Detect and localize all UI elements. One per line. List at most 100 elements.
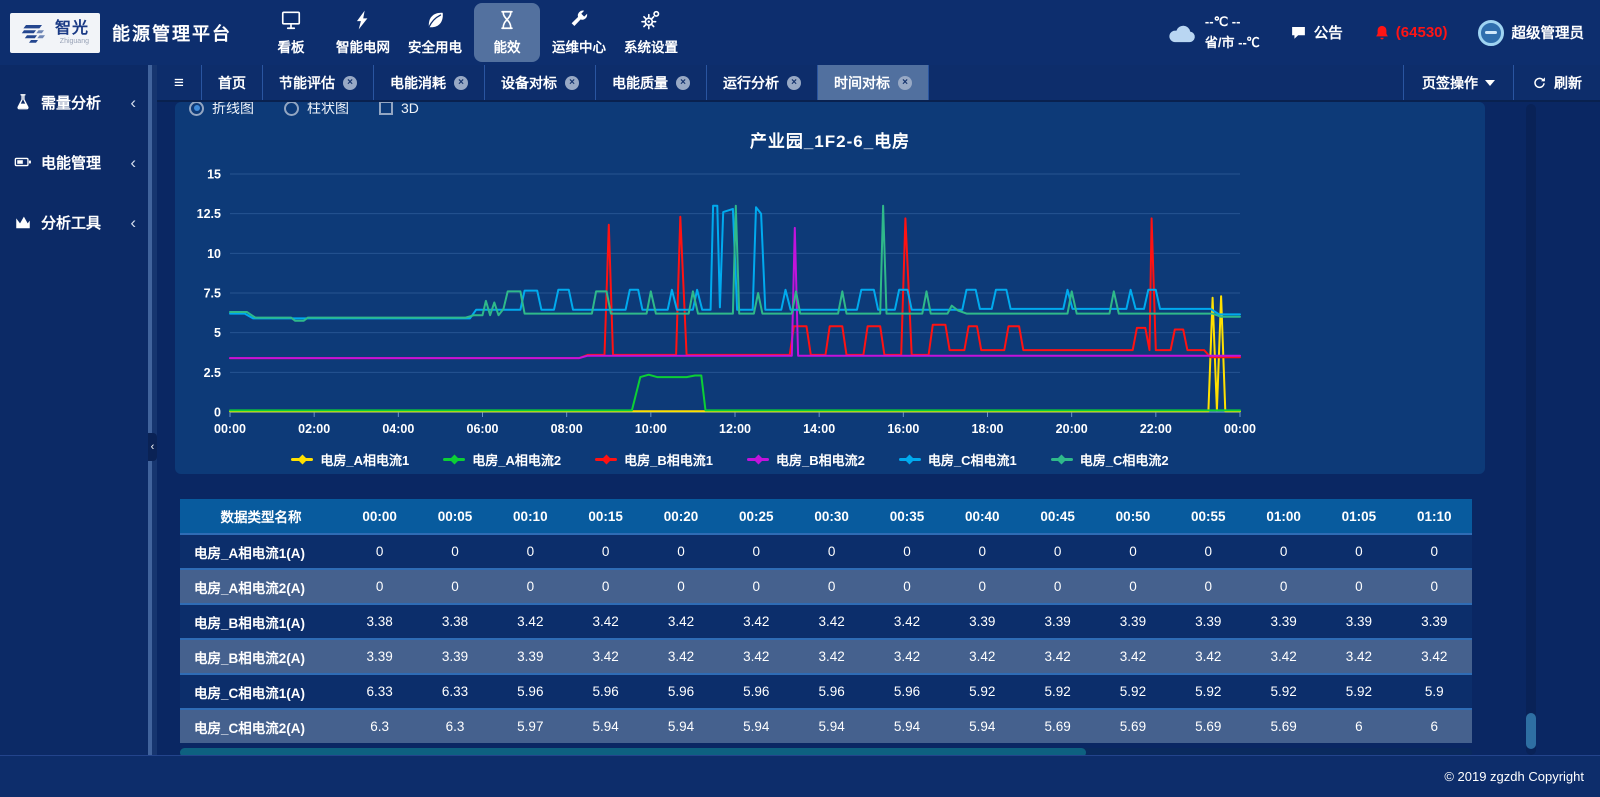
value-cell: 5.92 — [1321, 674, 1396, 709]
sidebar-collapse-handle[interactable]: ‹ — [148, 433, 157, 461]
sidebar-item-3[interactable]: 分析工具‹ — [0, 201, 148, 243]
value-cell: 0 — [568, 534, 643, 569]
nav-item-4[interactable]: 能效 — [474, 3, 540, 62]
tab-menu-toggle[interactable]: ≡ — [157, 65, 202, 100]
value-cell: 0 — [1095, 569, 1170, 604]
sidebar: 需量分析‹ 电能管理‹ 分析工具‹ — [0, 65, 148, 755]
radio-option-2[interactable]: 柱状图 — [284, 102, 349, 118]
sidebar-item-1[interactable]: 需量分析‹ — [0, 81, 148, 123]
table-header-cell: 00:05 — [417, 499, 492, 534]
notice-button[interactable]: 公告 — [1290, 22, 1343, 43]
value-cell: 3.42 — [794, 639, 869, 674]
value-cell: 0 — [1246, 534, 1321, 569]
value-cell: 0 — [1246, 569, 1321, 604]
table-header-cell: 00:50 — [1095, 499, 1170, 534]
value-cell: 5.94 — [643, 709, 718, 743]
tab-3[interactable]: 电能消耗× — [374, 65, 485, 100]
value-cell: 0 — [643, 569, 718, 604]
value-cell: 0 — [1171, 534, 1246, 569]
nav-label: 看板 — [278, 36, 305, 56]
tab-2[interactable]: 节能评估× — [263, 65, 374, 100]
nav-label: 系统设置 — [624, 36, 678, 56]
vertical-scrollbar-thumb[interactable] — [1526, 713, 1536, 749]
alarm-button[interactable]: (64530) — [1373, 24, 1448, 42]
legend-item-2[interactable]: 电房_A相电流2 — [443, 450, 561, 469]
tab-close-icon[interactable]: × — [787, 76, 801, 90]
legend-marker-icon — [291, 458, 313, 461]
legend-item-5[interactable]: 电房_C相电流1 — [899, 450, 1017, 469]
table-header-cell: 01:00 — [1246, 499, 1321, 534]
svg-text:02:00: 02:00 — [298, 422, 330, 436]
legend-item-4[interactable]: 电房_B相电流2 — [747, 450, 865, 469]
tab-label: 时间对标 — [834, 73, 890, 93]
radio-option-1[interactable]: 折线图 — [189, 102, 254, 118]
value-cell: 3.42 — [719, 604, 794, 639]
table-header-cell: 00:10 — [493, 499, 568, 534]
legend-item-3[interactable]: 电房_B相电流1 — [595, 450, 713, 469]
value-cell: 0 — [1171, 569, 1246, 604]
value-cell: 0 — [1397, 569, 1472, 604]
tab-6[interactable]: 运行分析× — [707, 65, 818, 100]
svg-text:10:00: 10:00 — [635, 422, 667, 436]
gear-icon — [640, 9, 662, 31]
tab-1[interactable]: 首页 — [202, 65, 263, 100]
user-menu[interactable]: 超级管理员 — [1478, 20, 1585, 46]
value-cell: 0 — [1321, 534, 1396, 569]
tab-close-icon[interactable]: × — [454, 76, 468, 90]
speech-bubble-icon — [1290, 24, 1307, 41]
table-header-cell: 00:25 — [719, 499, 794, 534]
control-label: 折线图 — [212, 102, 254, 118]
value-cell: 0 — [869, 534, 944, 569]
svg-text:14:00: 14:00 — [803, 422, 835, 436]
value-cell: 6.3 — [417, 709, 492, 743]
tab-close-icon[interactable]: × — [343, 76, 357, 90]
tab-5[interactable]: 电能质量× — [596, 65, 707, 100]
legend-label: 电房_A相电流1 — [320, 450, 409, 469]
sidebar-item-2[interactable]: 电能管理‹ — [0, 141, 148, 183]
nav-item-3[interactable]: 安全用电 — [402, 3, 468, 62]
weather-location: 省/市 --℃ — [1205, 33, 1260, 53]
hourglass-icon — [496, 9, 518, 31]
tab-operations-dropdown[interactable]: 页签操作 — [1403, 65, 1513, 100]
copyright-text: © 2019 zgzdh Copyright — [1444, 769, 1584, 784]
value-cell: 6.33 — [417, 674, 492, 709]
weather-widget: --℃ -- 省/市 --℃ — [1161, 12, 1260, 52]
table-row: 电房_B相电流2(A)3.393.393.393.423.423.423.423… — [180, 639, 1472, 674]
legend-label: 电房_B相电流1 — [624, 450, 713, 469]
refresh-button[interactable]: 刷新 — [1513, 65, 1600, 100]
checkbox-option-3[interactable]: 3D — [379, 102, 419, 116]
table-header-cell: 00:40 — [945, 499, 1020, 534]
value-cell: 3.42 — [794, 604, 869, 639]
table-header-cell: 00:30 — [794, 499, 869, 534]
horizontal-scrollbar-thumb[interactable] — [180, 748, 1086, 755]
table-header-cell: 00:45 — [1020, 499, 1095, 534]
legend-item-1[interactable]: 电房_A相电流1 — [291, 450, 409, 469]
tab-close-icon[interactable]: × — [676, 76, 690, 90]
value-cell: 5.96 — [719, 674, 794, 709]
legend-item-6[interactable]: 电房_C相电流2 — [1051, 450, 1169, 469]
nav-item-2[interactable]: 智能电网 — [330, 3, 396, 62]
content-column: ≡ 首页节能评估×电能消耗×设备对标×电能质量×运行分析× 时间对标 × 页签操作 … — [157, 65, 1600, 755]
refresh-label: 刷新 — [1554, 73, 1582, 93]
avatar — [1478, 20, 1504, 46]
table-row: 电房_B相电流1(A)3.383.383.423.423.423.423.423… — [180, 604, 1472, 639]
tab-close-icon[interactable]: × — [898, 76, 912, 90]
value-cell: 5.69 — [1020, 709, 1095, 743]
tab-operations-label: 页签操作 — [1422, 73, 1478, 93]
nav-item-1[interactable]: 看板 — [258, 3, 324, 62]
value-cell: 5.94 — [794, 709, 869, 743]
svg-text:0: 0 — [214, 406, 221, 420]
value-cell: 0 — [719, 569, 794, 604]
tab-actions: 页签操作 刷新 — [1403, 65, 1600, 100]
table-row: 电房_A相电流2(A)000000000000000 — [180, 569, 1472, 604]
value-cell: 3.42 — [869, 604, 944, 639]
nav-item-5[interactable]: 运维中心 — [546, 3, 612, 62]
tab-close-icon[interactable]: × — [565, 76, 579, 90]
data-table-wrap: 数据类型名称00:0000:0500:1000:1500:2000:2500:3… — [180, 499, 1472, 743]
tab-4[interactable]: 设备对标× — [485, 65, 596, 100]
table-header-cell: 00:35 — [869, 499, 944, 534]
value-cell: 3.38 — [342, 604, 417, 639]
tab-7[interactable]: 时间对标 × — [818, 65, 929, 100]
value-cell: 5.92 — [945, 674, 1020, 709]
nav-item-6[interactable]: 系统设置 — [618, 3, 684, 62]
